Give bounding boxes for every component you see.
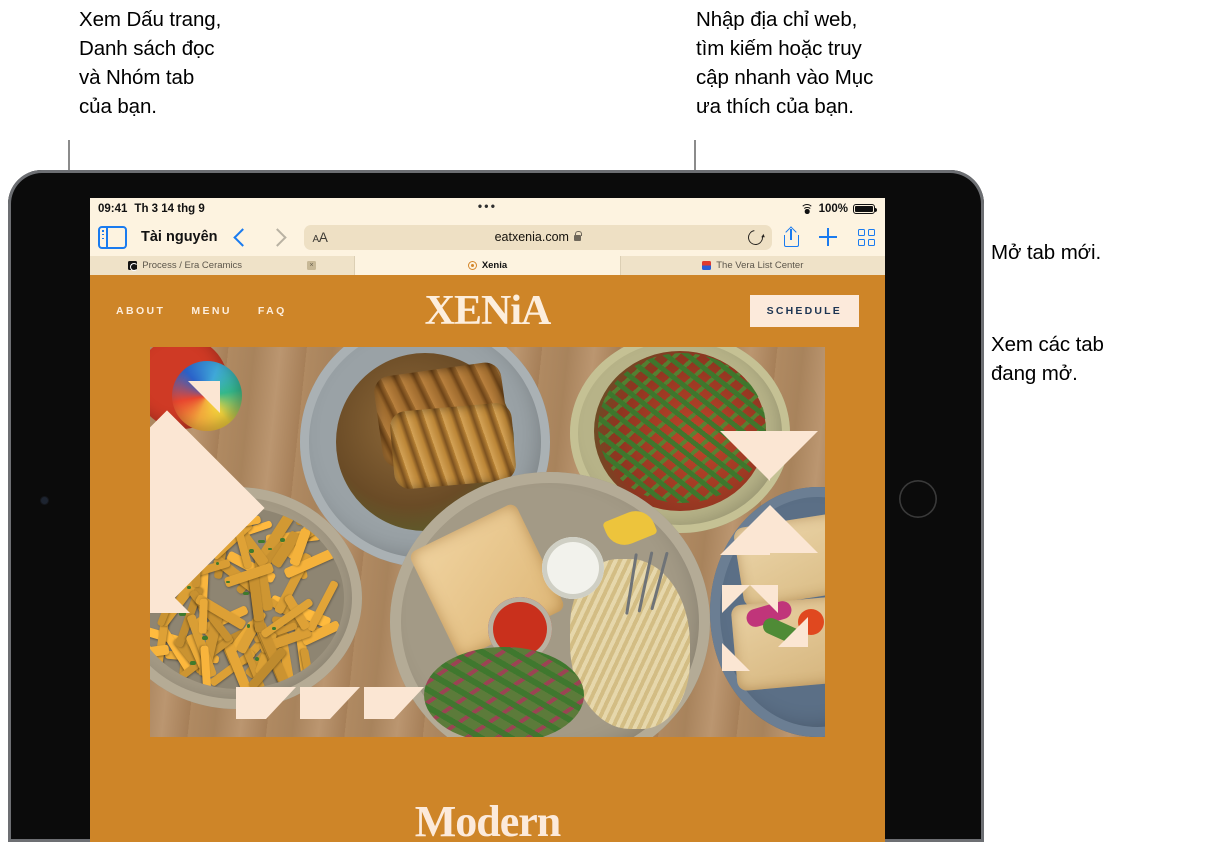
tab-title: Xenia [481,260,508,271]
tab-title: Process / Era Ceramics [142,260,243,271]
tab-close-button[interactable]: × [307,261,317,270]
status-date: Th 3 14 thg 9 [134,203,205,215]
geo-triangle [150,533,190,573]
geo-triangle [778,617,808,647]
geo-triangle [188,381,220,413]
geo-triangle [750,585,778,613]
wifi-icon [800,204,814,214]
url-text: eatxenia.com [494,230,569,244]
ipad-device: 09:41 Th 3 14 thg 9 ••• 100% Tài nguyên … [8,170,984,842]
hero-food-photo [150,347,825,737]
plus-icon[interactable] [819,228,837,246]
callout-new-tab-text: Mở tab mới. [991,241,1102,264]
chevron-right-icon[interactable] [267,227,287,247]
sidebar-icon[interactable] [98,225,127,249]
geo-triangle [770,431,818,479]
vera-favicon [702,261,712,270]
nav-link-about[interactable]: ABOUT [116,305,165,317]
callout-bookmarks-text: Xem Dấu trang, Danh sách đọc và Nhóm tab… [79,8,222,118]
address-bar[interactable]: AA eatxenia.com [303,224,772,250]
tab-item[interactable]: The Vera List Center [620,256,885,275]
tab-item-active[interactable]: Xenia [355,256,621,275]
url-display: eatxenia.com [304,230,772,244]
nav-link-menu[interactable]: MENU [191,305,232,317]
geo-triangle [722,643,750,671]
home-button[interactable] [899,480,937,518]
geo-triangle [720,505,770,555]
hero-caption: Modern [414,797,562,842]
ceramics-favicon [128,261,138,271]
tab-item[interactable]: Process / Era Ceramics × [90,256,356,275]
geo-triangle [364,687,424,719]
lock-icon [573,230,582,241]
tab-grid-icon[interactable] [858,228,875,246]
schedule-button[interactable]: SCHEDULE [749,295,859,327]
tab-strip: Process / Era Ceramics × Xenia The Vera … [90,256,885,275]
callout-address-text: Nhập địa chỉ web, tìm kiếm hoặc truy cập… [696,8,874,118]
status-time: 09:41 [98,203,128,215]
battery-percent: 100% [818,203,848,215]
battery-icon [853,203,877,215]
safari-toolbar: Tài nguyên AA eatxenia.com [90,218,885,256]
geo-triangle [150,573,190,613]
site-navigation: ABOUT MENU FAQ XENiA SCHEDULE [90,275,885,347]
site-logo: XENiA [424,288,552,334]
geo-triangle [722,585,750,613]
geo-triangle [300,687,360,719]
geo-triangle [770,505,818,553]
chevron-left-icon[interactable] [232,227,252,247]
status-bar-left: 09:41 Th 3 14 thg 9 [98,203,205,215]
sidebar-title: Tài nguyên [141,229,218,245]
ipad-screen: 09:41 Th 3 14 thg 9 ••• 100% Tài nguyên … [90,198,885,842]
xenia-favicon [467,261,477,270]
tab-title: The Vera List Center [716,260,804,271]
status-bar-right: 100% [800,203,877,215]
callout-show-tabs-text: Xem các tab đang mở. [991,333,1104,385]
share-icon[interactable] [784,226,799,247]
geo-triangle [188,443,222,477]
geo-triangle [236,687,296,719]
status-bar: 09:41 Th 3 14 thg 9 ••• 100% [90,198,885,218]
multitask-dots[interactable]: ••• [478,199,497,213]
geo-triangle [720,431,770,481]
front-camera [41,497,48,504]
nav-link-faq[interactable]: FAQ [258,305,287,317]
web-page-content: ABOUT MENU FAQ XENiA SCHEDULE Modern [90,275,885,842]
